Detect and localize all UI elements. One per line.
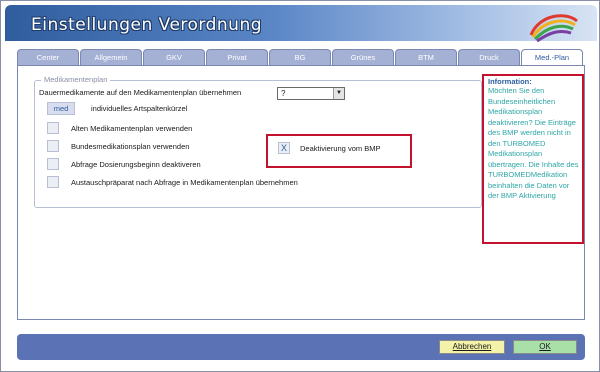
turbomed-logo-icon (529, 14, 578, 43)
group-title: Medikamentenplan (41, 75, 111, 84)
tab-privat[interactable]: Privat (206, 49, 268, 65)
alter-medplan-checkbox[interactable] (47, 122, 59, 134)
ok-button[interactable]: OK (513, 340, 577, 354)
chevron-down-icon[interactable]: ▼ (333, 88, 344, 99)
kuerzel-label: individuelles Artspaltenkürzel (91, 104, 188, 113)
bmp-deaktivierung-label: Deaktivierung vom BMP (300, 144, 381, 153)
tab-bar: Center Allgemein GKV Privat BG Grünes BT… (17, 49, 585, 66)
medikamentenplan-group: Medikamentenplan Dauermedikamente auf de… (34, 75, 482, 208)
tab-gkv[interactable]: GKV (143, 49, 205, 65)
window-title: Einstellungen Verordnung (31, 15, 263, 35)
settings-window: Einstellungen Verordnung Center Allgemei… (0, 0, 600, 372)
cancel-button[interactable]: Abbrechen (439, 340, 505, 354)
austauschpraeparat-checkbox[interactable] (47, 176, 59, 188)
med-plan-panel: Medikamentenplan Dauermedikamente auf de… (17, 65, 585, 320)
tab-gruenes[interactable]: Grünes (332, 49, 394, 65)
info-title: Information: (488, 77, 532, 86)
tab-center[interactable]: Center (17, 49, 79, 65)
tab-allgemein[interactable]: Allgemein (80, 49, 142, 65)
tab-druck[interactable]: Druck (458, 49, 520, 65)
title-bar: Einstellungen Verordnung (5, 5, 597, 43)
dosierungsbeginn-label: Abfrage Dosierungsbeginn deaktiveren (71, 160, 201, 169)
tab-bg[interactable]: BG (269, 49, 331, 65)
dauermedikamente-select[interactable]: ? ▼ (277, 87, 345, 100)
bundesmedikationsplan-label: Bundesmedikationsplan verwenden (71, 142, 190, 151)
tab-med-plan[interactable]: Med.-Plan (521, 49, 583, 66)
dauermedikamente-label: Dauermedikamente auf den Medikamentenpla… (39, 88, 242, 97)
info-text: Möchten Sie den Bundeseinheitlichen Medi… (488, 86, 579, 200)
bundesmedikationsplan-checkbox[interactable] (47, 140, 59, 152)
dauermedikamente-value: ? (281, 89, 286, 98)
tab-btm[interactable]: BTM (395, 49, 457, 65)
bmp-deaktivierung-checkbox[interactable]: X (278, 142, 290, 154)
austauschpraeparat-label: Austauschpräparat nach Abfrage in Medika… (71, 178, 298, 187)
dosierungsbeginn-checkbox[interactable] (47, 158, 59, 170)
kuerzel-input[interactable]: med (47, 102, 75, 115)
alter-medplan-label: Alten Medikamentenplan verwenden (71, 124, 193, 133)
info-panel: Information: Möchten Sie den Bundeseinhe… (488, 77, 580, 202)
